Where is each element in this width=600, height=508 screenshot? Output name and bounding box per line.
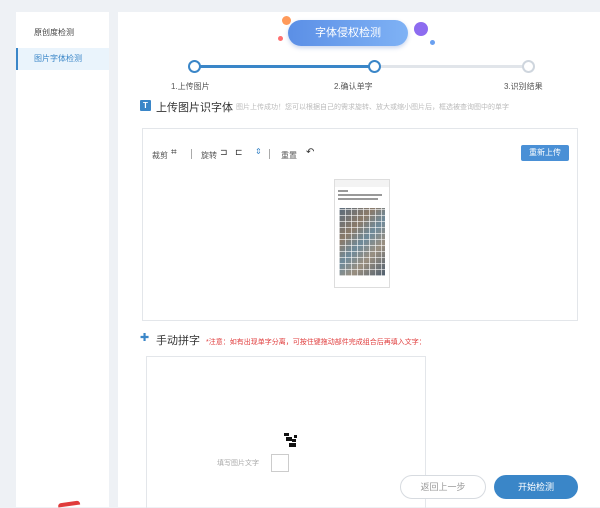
uploaded-image[interactable] <box>334 179 390 288</box>
image-text-line <box>338 190 348 192</box>
reset-label: 重置 <box>281 151 297 160</box>
manual-section-title: 手动拼字 <box>156 335 200 347</box>
image-text-line <box>338 194 382 196</box>
sidebar: 原创度检测 图片字体检测 <box>16 12 109 507</box>
reupload-button[interactable]: 重新上传 <box>521 145 569 161</box>
puzzle-icon: ✚ <box>140 332 150 344</box>
upload-section-title: 上传图片识字体 <box>156 102 233 114</box>
crop-label: 裁剪 <box>152 151 168 160</box>
step-1-dot <box>188 60 201 73</box>
step-2-dot <box>368 60 381 73</box>
start-detection-button[interactable]: 开始检测 <box>494 475 578 499</box>
step-progress-line <box>198 65 378 68</box>
main-panel: 字体侵权检测 1.上传图片 2.确认单字 3.识别结果 T 上传图片识字体 图片… <box>118 12 600 508</box>
char-input[interactable] <box>271 454 289 472</box>
page-title-banner: 字体侵权检测 <box>288 20 408 46</box>
undo-icon[interactable]: ↶ <box>306 147 314 158</box>
image-editor: 裁剪 ⌗ 旋转 ⊐ ⊏ ⇕ 重置 ↶ 重新上传 <box>142 128 578 321</box>
fill-text-label: 填写图片文字 <box>217 460 259 467</box>
sidebar-item-label: 原创度检测 <box>34 28 74 37</box>
crop-icon[interactable]: ⌗ <box>171 147 177 158</box>
step-3-dot <box>522 60 535 73</box>
step-3-label: 3.识别结果 <box>504 82 543 91</box>
step-remaining-line <box>378 65 528 68</box>
image-thumbnail-grid <box>339 208 385 276</box>
sidebar-item-label: 图片字体检测 <box>34 54 82 63</box>
rotate-left-icon[interactable]: ⊐ <box>220 147 228 158</box>
manual-warning: *注意：如有出现单字分离，可按住键拖动部件完成组合后再填入文字： <box>206 339 426 346</box>
sidebar-item-originality[interactable]: 原创度检测 <box>16 22 109 44</box>
decor-dot <box>430 40 435 45</box>
rotate-right-icon[interactable]: ⊏ <box>235 147 243 158</box>
sidebar-item-image-font[interactable]: 图片字体检测 <box>16 48 109 70</box>
phone-status-bar <box>335 180 389 187</box>
image-text-line <box>338 198 378 200</box>
decor-dot <box>282 16 291 25</box>
text-icon: T <box>140 100 151 111</box>
assembly-area[interactable]: 填写图片文字 <box>146 356 426 508</box>
decor-dot <box>414 22 428 36</box>
toolbar-divider <box>269 149 270 159</box>
step-1-label: 1.上传图片 <box>171 82 210 91</box>
toolbar-divider <box>191 149 192 159</box>
glyph-pieces[interactable] <box>284 433 298 447</box>
step-2-label: 2.确认单字 <box>334 82 373 91</box>
rotate-label: 旋转 <box>201 151 217 160</box>
flip-toggle-icon[interactable]: ⇕ <box>255 147 262 156</box>
decor-dot <box>278 36 283 41</box>
upload-section-hint: 图片上传成功！您可以根据自己的需求旋转、放大或缩小图片后，框选被查询图中的单字 <box>236 104 509 111</box>
back-button[interactable]: 返回上一步 <box>400 475 486 499</box>
